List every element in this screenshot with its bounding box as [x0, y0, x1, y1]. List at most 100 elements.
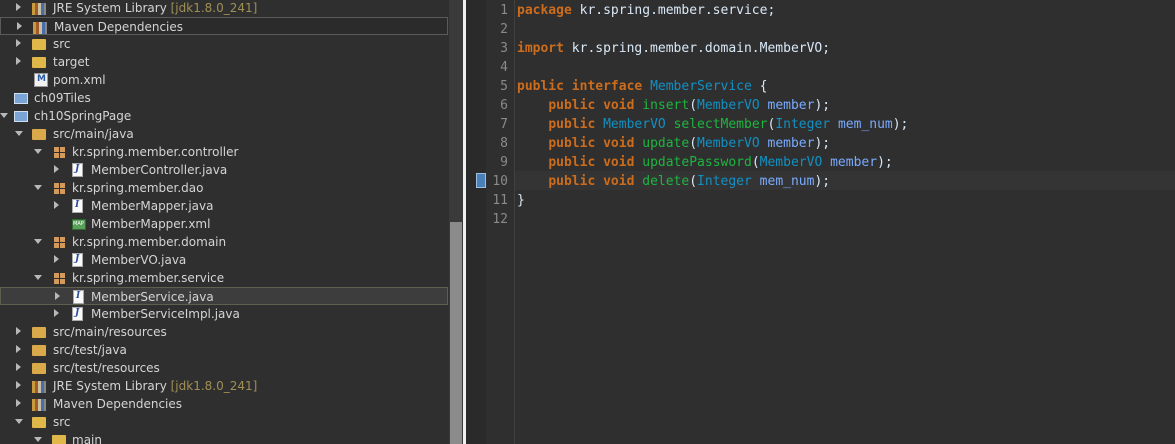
- tree-item-memberserviceimpl-java[interactable]: MemberServiceImpl.java: [0, 305, 448, 323]
- collapse-arrow-icon[interactable]: [34, 185, 42, 190]
- code-line[interactable]: public void update(MemberVO member);: [517, 134, 830, 153]
- code-line[interactable]: package kr.spring.member.service;: [517, 1, 775, 20]
- tree-item-label: kr.spring.member.dao: [72, 181, 204, 195]
- tree-item-jre-library-2[interactable]: JRE System Library [jdk1.8.0_241]: [0, 377, 448, 395]
- tree-item-package-controller[interactable]: kr.spring.member.controller: [0, 143, 448, 161]
- tree-item-src-test-java[interactable]: src/test/java: [0, 341, 448, 359]
- line-number: 1: [500, 3, 508, 18]
- tree-item-label: src/main/java: [53, 127, 134, 141]
- code-token: public: [548, 155, 596, 170]
- code-token: mem_num: [837, 117, 893, 132]
- expand-arrow-icon[interactable]: [54, 201, 59, 209]
- expand-arrow-icon[interactable]: [54, 309, 59, 317]
- code-line[interactable]: public MemberVO selectMember(Integer mem…: [517, 115, 908, 134]
- expand-arrow-icon[interactable]: [16, 39, 21, 47]
- folder-icon: [32, 39, 46, 50]
- project-icon: [14, 93, 28, 104]
- tree-item-package-service[interactable]: kr.spring.member.service: [0, 269, 448, 287]
- tree-item-label: JRE System Library: [53, 379, 167, 393]
- tree-item-project-ch09tiles[interactable]: ch09Tiles: [0, 89, 448, 107]
- tree-item-project-ch10springpage[interactable]: ch10SpringPage: [0, 107, 448, 125]
- tree-item-membervo-java[interactable]: MemberVO.java: [0, 251, 448, 269]
- tree-item-package-domain[interactable]: kr.spring.member.domain: [0, 233, 448, 251]
- package-explorer: JRE System Library [jdk1.8.0_241] Maven …: [0, 0, 449, 444]
- tree-item-main[interactable]: main: [0, 431, 448, 444]
- tree-item-label: ch10SpringPage: [34, 109, 132, 123]
- expand-arrow-icon[interactable]: [16, 345, 21, 353]
- java-file-icon: [72, 307, 83, 321]
- collapse-arrow-icon[interactable]: [15, 131, 23, 136]
- expand-arrow-icon[interactable]: [16, 363, 21, 371]
- expand-arrow-icon[interactable]: [54, 255, 59, 263]
- expand-arrow-icon[interactable]: [16, 399, 21, 407]
- tree-item-jre-library[interactable]: JRE System Library [jdk1.8.0_241]: [0, 0, 448, 17]
- package-icon: [54, 237, 65, 248]
- code-token: public: [548, 98, 596, 113]
- tree-item-maven-dependencies-2[interactable]: Maven Dependencies: [0, 395, 448, 413]
- tree-item-label: src: [53, 415, 71, 429]
- line-number: 12: [492, 212, 508, 227]
- code-editor[interactable]: 1 2 3 4 5 6 7 8 9 10 11 12 package kr.spring.member…: [466, 0, 1175, 444]
- code-token: delete: [642, 174, 690, 189]
- tree-item-label: MemberController.java: [91, 163, 228, 177]
- expand-arrow-icon[interactable]: [16, 57, 21, 65]
- tree-item-pom-xml[interactable]: pom.xml: [0, 71, 448, 89]
- tree-item-membermapper-java[interactable]: MemberMapper.java: [0, 197, 448, 215]
- tree-item-target[interactable]: target: [0, 53, 448, 71]
- tree-item-membercontroller-java[interactable]: MemberController.java: [0, 161, 448, 179]
- tree-item-maven-dependencies[interactable]: Maven Dependencies: [0, 17, 448, 35]
- scrollbar-thumb[interactable]: [450, 222, 462, 444]
- tree-item-label: target: [53, 55, 90, 69]
- code-token: );: [814, 98, 831, 113]
- expand-arrow-icon[interactable]: [54, 165, 59, 173]
- tree-item-src-main-resources[interactable]: src/main/resources: [0, 323, 448, 341]
- expand-arrow-icon[interactable]: [16, 327, 21, 335]
- line-number: 11: [492, 193, 508, 208]
- line-number-gutter: 1 2 3 4 5 6 7 8 9 10 11 12: [486, 0, 515, 444]
- tree-item-src-2[interactable]: src: [0, 413, 448, 431]
- code-line[interactable]: public void updatePassword(MemberVO memb…: [517, 153, 892, 172]
- code-token: MemberVO: [759, 155, 823, 170]
- code-line[interactable]: public void delete(Integer mem_num);: [517, 172, 830, 191]
- code-token: {: [751, 79, 768, 94]
- code-token: package: [517, 3, 572, 18]
- collapse-arrow-icon[interactable]: [0, 113, 8, 118]
- tree-item-label: MemberServiceImpl.java: [91, 307, 240, 321]
- explorer-scrollbar[interactable]: [449, 0, 463, 444]
- tree-item-src-main-java[interactable]: src/main/java: [0, 125, 448, 143]
- tree-item-membermapper-xml[interactable]: MemberMapper.xml: [0, 215, 448, 233]
- collapse-arrow-icon[interactable]: [34, 149, 42, 154]
- collapse-arrow-icon[interactable]: [15, 419, 23, 424]
- code-token: member: [767, 98, 815, 113]
- tree-item-label: JRE System Library: [53, 1, 167, 15]
- tree-item-src[interactable]: src: [0, 35, 448, 53]
- collapse-arrow-icon[interactable]: [34, 239, 42, 244]
- expand-arrow-icon[interactable]: [16, 381, 21, 389]
- tree-item-src-test-resources[interactable]: src/test/resources: [0, 359, 448, 377]
- code-token: );: [892, 117, 909, 132]
- tree-item-label: kr.spring.member.domain: [72, 235, 227, 249]
- expand-arrow-icon[interactable]: [55, 292, 60, 300]
- expand-arrow-icon[interactable]: [17, 22, 22, 30]
- code-token: public: [548, 136, 596, 151]
- collapse-arrow-icon[interactable]: [34, 437, 42, 442]
- tree-item-label: Maven Dependencies: [53, 397, 183, 411]
- code-line[interactable]: public void insert(MemberVO member);: [517, 96, 830, 115]
- collapse-arrow-icon[interactable]: [34, 275, 42, 280]
- line-number: 7: [500, 117, 508, 132]
- tree-item-package-dao[interactable]: kr.spring.member.dao: [0, 179, 448, 197]
- code-line[interactable]: public interface MemberService {: [517, 77, 767, 96]
- source-folder-icon: [32, 345, 46, 356]
- tree-item-memberservice-java[interactable]: MemberService.java: [0, 287, 448, 305]
- code-line[interactable]: }: [517, 191, 525, 210]
- expand-arrow-icon[interactable]: [16, 3, 21, 11]
- tree-item-label: ch09Tiles: [34, 91, 91, 105]
- tree-item-label: Maven Dependencies: [54, 20, 184, 34]
- code-line[interactable]: import kr.spring.member.domain.MemberVO;: [517, 39, 830, 58]
